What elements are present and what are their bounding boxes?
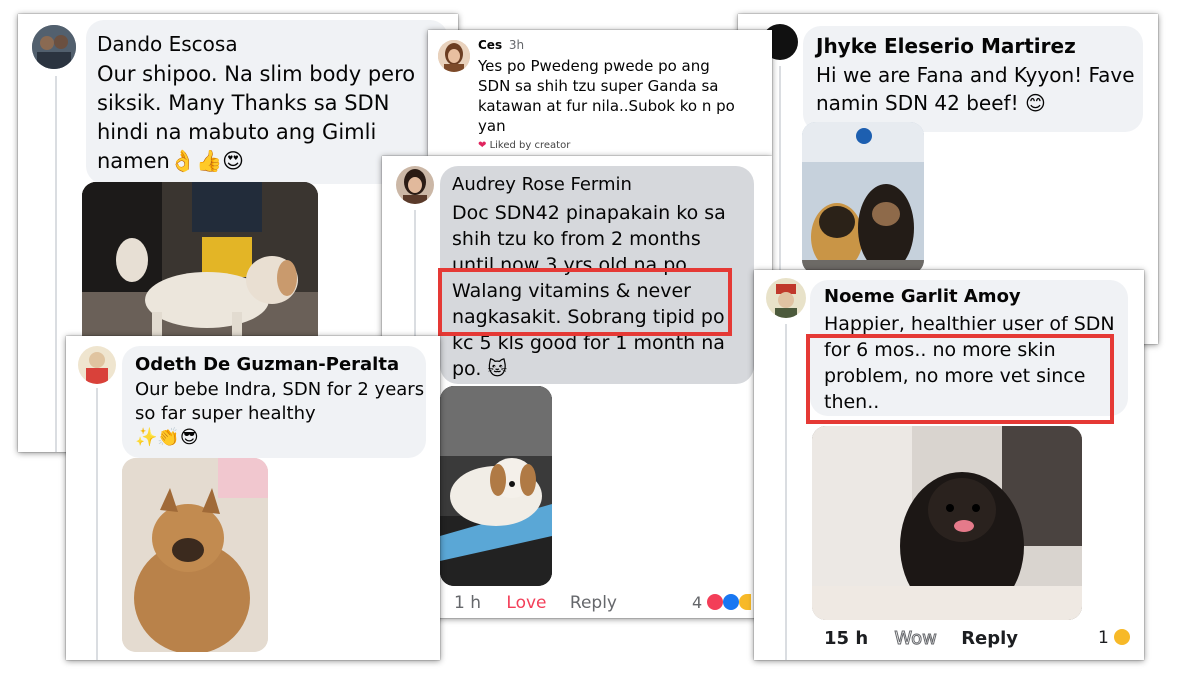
comment-text: Yes po Pwedeng pwede po ang SDN sa shih … — [478, 56, 735, 136]
liked-by-creator: ❤ Liked by creator — [478, 140, 570, 151]
reaction-summary[interactable]: 4 — [692, 593, 752, 612]
reaction-summary[interactable]: 1 — [1098, 628, 1131, 648]
comment-line: SDN sa shih tzu super Ganda sa — [478, 77, 719, 95]
comment-line: so far super healthy — [135, 403, 316, 424]
comment-line: yan — [478, 117, 506, 135]
heart-icon: ❤ — [478, 140, 487, 151]
love-button[interactable]: Love — [506, 593, 546, 613]
comment-line: siksik. Many Thanks sa SDN — [97, 91, 390, 115]
highlight-box — [806, 334, 1114, 424]
comment-line: namen👌👍😍 — [97, 149, 245, 173]
commenter-name[interactable]: Noeme Garlit Amoy — [824, 286, 1021, 307]
comment-line: Doc SDN42 pinapakain ko sa — [452, 202, 726, 224]
wow-button[interactable]: Wow — [894, 628, 937, 650]
avatar[interactable] — [766, 278, 806, 318]
comment-card-odeth: Odeth De Guzman-Peralta Our bebe Indra, … — [66, 336, 440, 660]
comment-line: shih tzu ko from 2 months — [452, 228, 701, 250]
reply-button[interactable]: Reply — [570, 593, 617, 613]
dog-photo[interactable] — [82, 182, 318, 352]
comment-card-audrey: Audrey Rose Fermin Doc SDN42 pinapakain … — [382, 156, 772, 618]
dog-photo[interactable] — [812, 426, 1082, 620]
reply-button[interactable]: Reply — [961, 628, 1018, 649]
wow-reaction-icon — [1114, 629, 1131, 645]
commenter-name-label[interactable]: Ces — [478, 38, 502, 52]
like-reaction-icon — [723, 594, 740, 610]
commenter-name[interactable]: Audrey Rose Fermin — [452, 174, 632, 195]
comment-time: 1 h — [454, 593, 481, 613]
comment-line: Yes po Pwedeng pwede po ang — [478, 57, 710, 75]
comment-line: ✨👏😎 — [135, 427, 199, 448]
comment-line: namin SDN 42 beef! 😊 — [816, 91, 1046, 115]
comment-line: Our bebe Indra, SDN for 2 years — [135, 379, 425, 400]
highlight-box — [438, 268, 732, 336]
wow-reaction-icon — [739, 594, 752, 610]
comment-text: Our shipoo. Na slim body pero siksik. Ma… — [97, 60, 415, 176]
comment-text: Hi we are Fana and Kyyon! Fave namin SDN… — [816, 61, 1135, 117]
commenter-name[interactable]: Dando Escosa — [97, 32, 238, 56]
comment-line: hindi na mabuto ang Gimli — [97, 120, 377, 144]
comment-time: 3h — [508, 38, 525, 52]
reaction-count: 4 — [692, 593, 703, 612]
thread-line — [785, 324, 787, 660]
comment-actions: 15 h Wow Reply — [824, 628, 1018, 650]
commenter-name[interactable]: Odeth De Guzman-Peralta — [135, 354, 399, 375]
thread-line — [55, 76, 57, 452]
love-reaction-icon — [707, 594, 724, 610]
comment-text: Our bebe Indra, SDN for 2 years so far s… — [135, 378, 424, 450]
comment-actions: 1 h Love Reply — [454, 593, 617, 613]
comment-line: Our shipoo. Na slim body pero — [97, 62, 416, 86]
comment-time: 15 h — [824, 628, 869, 649]
comment-card-noeme: Noeme Garlit Amoy Happier, healthier use… — [754, 270, 1144, 660]
dog-photo[interactable] — [440, 386, 552, 586]
avatar[interactable] — [438, 40, 470, 72]
avatar[interactable] — [32, 25, 76, 69]
comment-line: po. 🐱 — [452, 358, 508, 380]
comment-line: Hi we are Fana and Kyyon! Fave — [816, 63, 1135, 87]
avatar[interactable] — [396, 166, 434, 204]
comment-line: katawan at fur nila..Subok ko n po — [478, 97, 735, 115]
commenter-name[interactable]: Jhyke Eleserio Martirez — [816, 34, 1076, 58]
reaction-count: 1 — [1098, 628, 1109, 648]
dog-photo[interactable] — [802, 122, 924, 274]
avatar[interactable] — [78, 346, 116, 384]
comment-card-ces: Ces 3h Yes po Pwedeng pwede po ang SDN s… — [428, 30, 772, 156]
thread-line — [96, 388, 98, 660]
liked-by-label: Liked by creator — [489, 140, 571, 151]
dog-photo[interactable] — [122, 458, 268, 652]
commenter-name: Ces 3h — [478, 38, 524, 52]
